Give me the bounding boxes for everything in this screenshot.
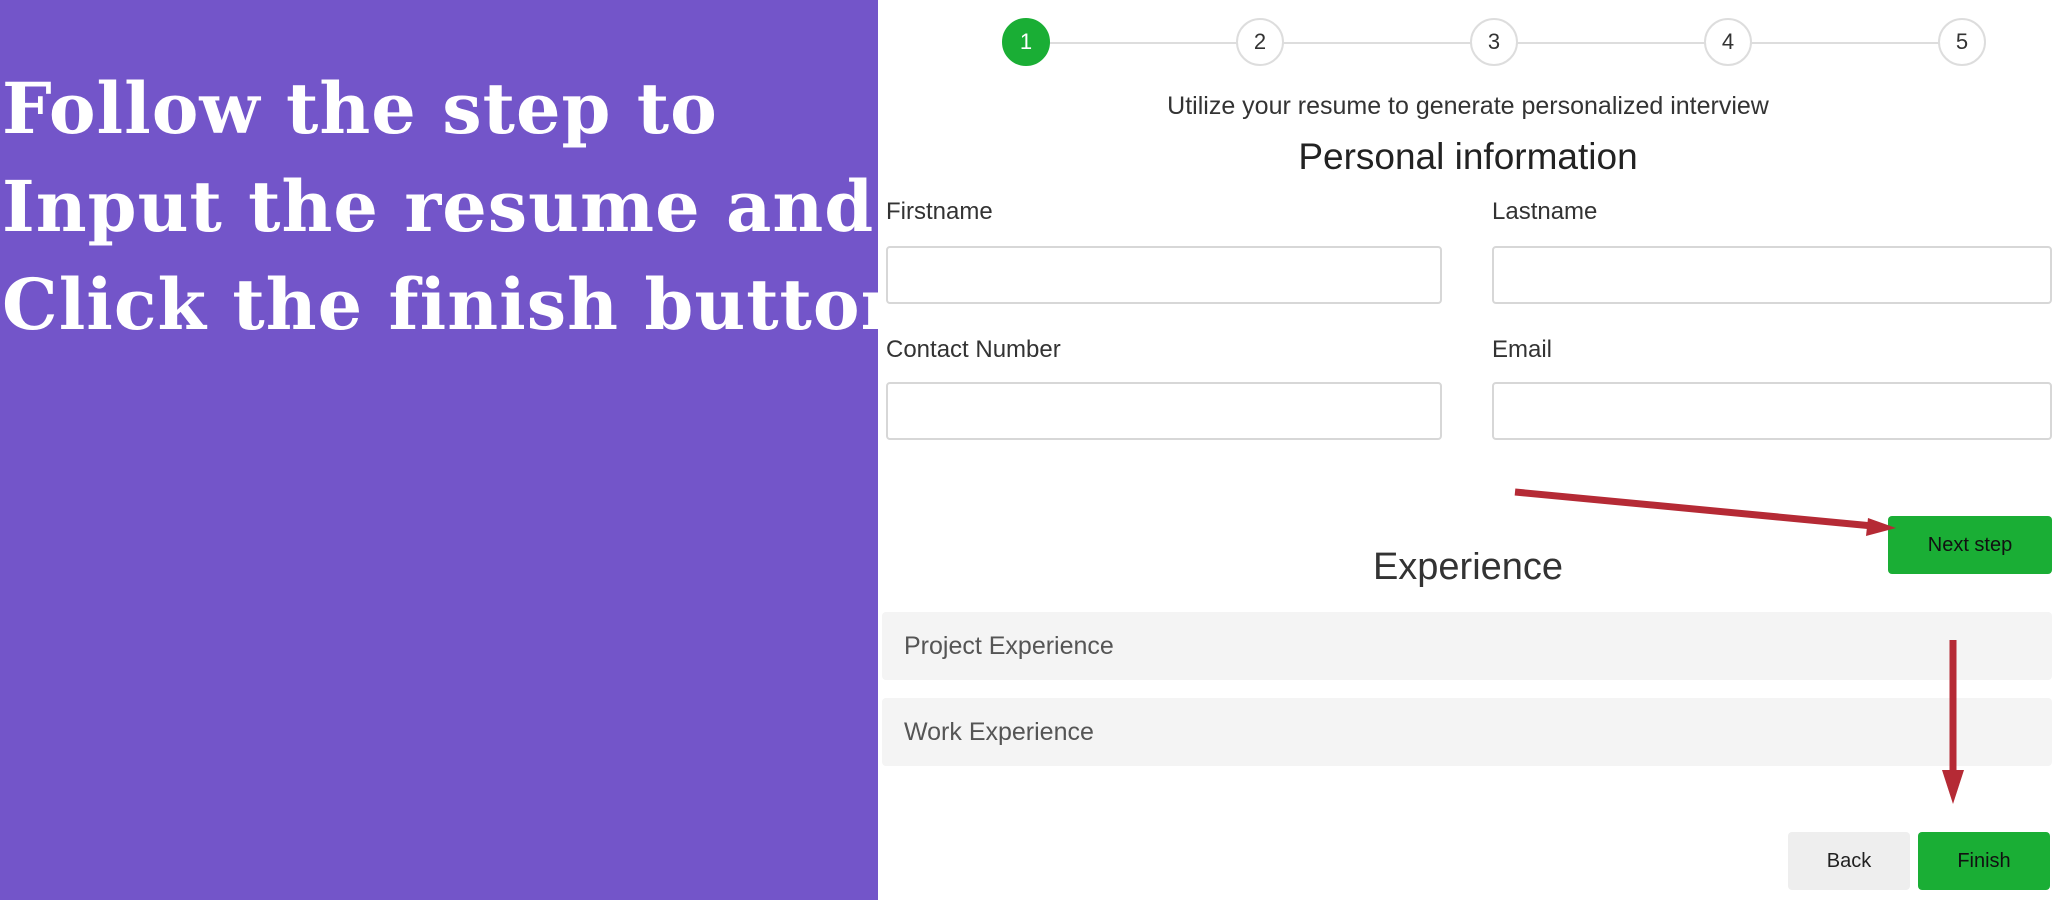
resume-wizard: 1 2 3 4 5 Utilize your resume to generat… (878, 0, 2058, 900)
accordion-work-experience[interactable]: Work Experience (882, 698, 2052, 766)
headline-line: Follow the step to (2, 67, 718, 150)
lastname-label: Lastname (1492, 198, 1598, 225)
email-label: Email (1492, 336, 1553, 363)
headline-line: Input the resume and (2, 165, 875, 248)
back-button[interactable]: Back (1788, 832, 1910, 890)
contact-number-label: Contact Number (886, 336, 1061, 363)
step-2[interactable]: 2 (1236, 18, 1284, 66)
step-1[interactable]: 1 (1002, 18, 1050, 66)
accordion-label: Work Experience (904, 718, 1094, 746)
step-3[interactable]: 3 (1470, 18, 1518, 66)
experience-title: Experience (878, 552, 2058, 592)
headline-line: Click the finish button (2, 263, 913, 346)
lastname-input[interactable] (1492, 246, 2052, 304)
arrow-to-next-step (1514, 488, 1874, 530)
step-5[interactable]: 5 (1938, 18, 1986, 66)
experience-title-text: Experience (1372, 552, 1564, 588)
form-subtitle: Utilize your resume to generate personal… (1167, 92, 1769, 120)
instruction-headline: Follow the step to Input the resume and … (2, 60, 913, 354)
email-input[interactable] (1492, 382, 2052, 440)
accordion-project-experience[interactable]: Project Experience (882, 612, 2052, 680)
instruction-panel: Follow the step to Input the resume and … (0, 0, 913, 900)
accordion-label: Project Experience (904, 632, 1114, 660)
finish-button[interactable]: Finish (1918, 832, 2050, 890)
arrow-to-finish-head (1942, 770, 1964, 804)
firstname-input[interactable] (886, 246, 1442, 304)
contact-number-input[interactable] (886, 382, 1442, 440)
step-4[interactable]: 4 (1704, 18, 1752, 66)
firstname-label: Firstname (886, 198, 993, 225)
section-title: Personal information (1298, 136, 1638, 177)
